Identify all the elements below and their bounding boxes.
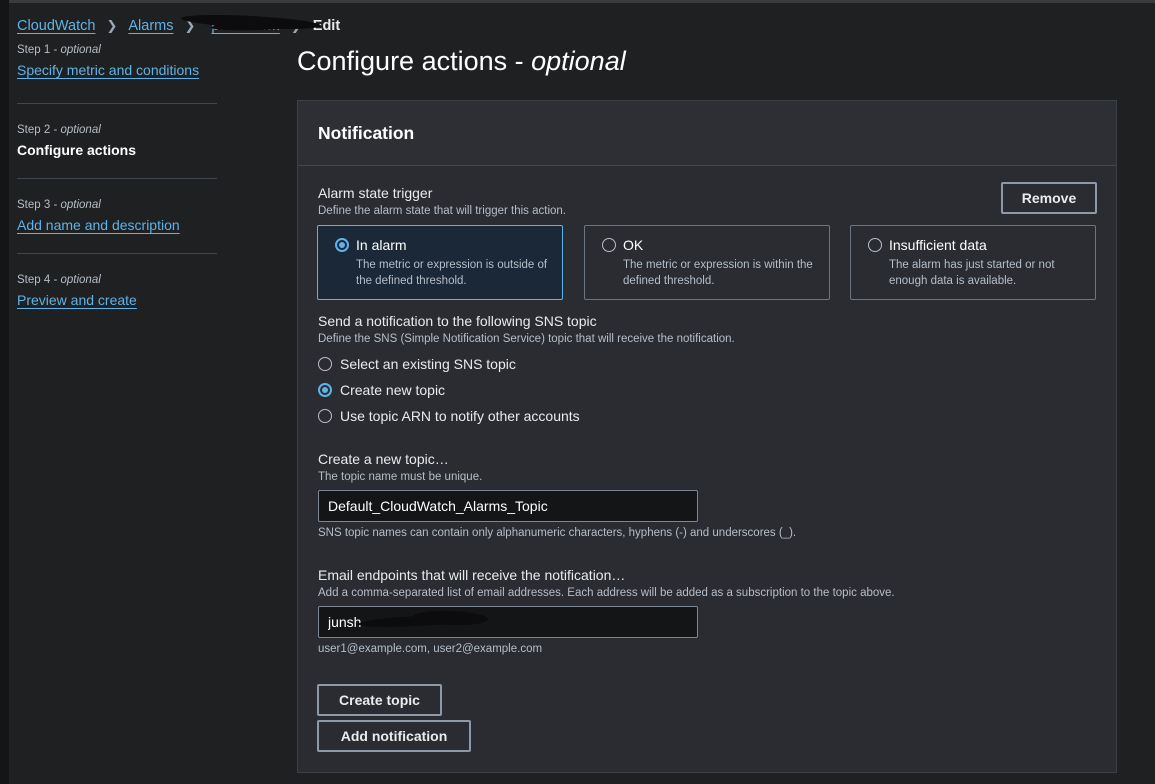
radio-unselected-icon	[868, 238, 882, 252]
alarm-state-trigger-label: Alarm state trigger	[318, 185, 433, 201]
step-label: Step 4 - optional	[17, 274, 101, 286]
wizard-step-3: Step 3 - optional Add name and descripti…	[17, 179, 217, 254]
breadcrumb-alarms[interactable]: Alarms	[128, 18, 173, 34]
tile-title: Insufficient data	[889, 237, 987, 253]
tile-description: The metric or expression is within the d…	[623, 259, 813, 287]
breadcrumb: CloudWatch ❯ Alarms ❯ p………rm ❯ Edit	[17, 12, 340, 36]
remove-button[interactable]: Remove	[1001, 182, 1097, 214]
option-label: Select an existing SNS topic	[340, 356, 516, 372]
create-topic-button[interactable]: Create topic	[317, 684, 442, 716]
step-number: Step 2	[17, 124, 51, 136]
sns-topic-label: Send a notification to the following SNS…	[318, 313, 597, 329]
step-label: Step 3 - optional	[17, 199, 101, 211]
window-left-edge	[0, 0, 9, 784]
panel-header: Notification	[298, 101, 1116, 166]
step-optional: optional	[60, 124, 101, 136]
sns-option-create-new[interactable]: Create new topic	[318, 382, 445, 398]
topic-name-constraint: SNS topic names can contain only alphanu…	[318, 527, 797, 539]
topic-name-input[interactable]	[318, 490, 698, 522]
sns-option-topic-arn[interactable]: Use topic ARN to notify other accounts	[318, 408, 580, 424]
radio-unselected-icon	[318, 357, 332, 371]
option-label: Use topic ARN to notify other accounts	[340, 408, 580, 424]
step-link-specify-metric[interactable]: Specify metric and conditions	[17, 62, 199, 78]
sns-topic-description: Define the SNS (Simple Notification Serv…	[318, 333, 735, 345]
step-number: Step 3	[17, 199, 51, 211]
email-endpoints-label: Email endpoints that will receive the no…	[318, 567, 626, 583]
radio-selected-icon	[335, 238, 349, 252]
sns-option-existing[interactable]: Select an existing SNS topic	[318, 356, 516, 372]
page-title: Configure actions - optional	[297, 46, 626, 77]
page-title-text: Configure actions -	[297, 46, 532, 76]
step-link-add-name[interactable]: Add name and description	[17, 217, 180, 233]
radio-unselected-icon	[318, 409, 332, 423]
trigger-tile-ok[interactable]: OK The metric or expression is within th…	[584, 225, 830, 300]
wizard-step-2: Step 2 - optional Configure actions	[17, 104, 217, 179]
alarm-state-trigger-description: Define the alarm state that will trigger…	[318, 205, 567, 217]
step-link-preview-create[interactable]: Preview and create	[17, 292, 137, 308]
tile-title: OK	[623, 237, 644, 253]
window-top-edge	[0, 0, 1155, 3]
step-optional: optional	[60, 199, 101, 211]
tile-description: The metric or expression is outside of t…	[356, 259, 548, 287]
option-label: Create new topic	[340, 382, 446, 398]
wizard-step-1: Step 1 - optional Specify metric and con…	[17, 44, 217, 104]
notification-panel: Notification Remove Alarm state trigger …	[297, 100, 1117, 773]
breadcrumb-alarm-name[interactable]: p………rm	[181, 12, 322, 34]
page-title-optional: optional	[531, 46, 626, 76]
step-number: Step 1	[17, 44, 51, 56]
new-topic-description: The topic name must be unique.	[318, 471, 483, 483]
email-endpoints-field[interactable]	[318, 606, 698, 638]
step-number: Step 4	[17, 274, 51, 286]
chevron-right-icon: ❯	[106, 18, 118, 33]
wizard-step-4: Step 4 - optional Preview and create	[17, 254, 217, 329]
step-current-configure-actions: Configure actions	[17, 142, 137, 158]
breadcrumb-cloudwatch[interactable]: CloudWatch	[17, 18, 95, 34]
radio-selected-icon	[318, 383, 332, 397]
step-optional: optional	[60, 44, 101, 56]
tile-description: The alarm has just started or not enough…	[889, 259, 1055, 287]
tile-title: In alarm	[356, 237, 407, 253]
wizard-steps-nav: Step 1 - optional Specify metric and con…	[17, 44, 217, 329]
step-optional: optional	[60, 274, 101, 286]
email-endpoints-hint: user1@example.com, user2@example.com	[318, 643, 543, 655]
add-notification-button[interactable]: Add notification	[317, 720, 471, 752]
panel-heading: Notification	[318, 123, 415, 143]
trigger-tile-in-alarm[interactable]: In alarm The metric or expression is out…	[317, 225, 563, 300]
step-label: Step 1 - optional	[17, 44, 101, 56]
trigger-tile-insufficient-data[interactable]: Insufficient data The alarm has just sta…	[850, 225, 1096, 300]
radio-unselected-icon	[602, 238, 616, 252]
email-endpoints-description: Add a comma-separated list of email addr…	[318, 587, 895, 599]
new-topic-label: Create a new topic…	[318, 451, 449, 467]
step-label: Step 2 - optional	[17, 124, 101, 136]
